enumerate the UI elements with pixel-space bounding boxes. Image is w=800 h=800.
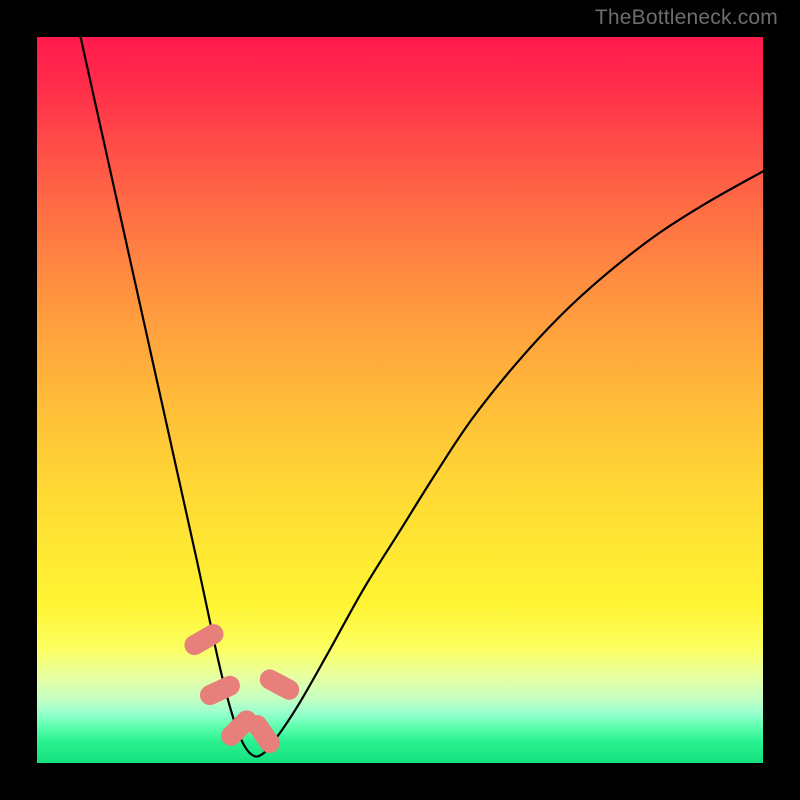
bottleneck-chart	[37, 37, 763, 763]
curve-marker	[256, 666, 302, 703]
outer-frame: TheBottleneck.com	[0, 0, 800, 800]
plot-area	[37, 37, 763, 763]
curve-marker	[181, 620, 227, 658]
bottleneck-curve	[81, 37, 763, 757]
attribution-text: TheBottleneck.com	[595, 6, 778, 30]
curve-markers	[181, 620, 303, 756]
curve-marker	[197, 672, 244, 708]
